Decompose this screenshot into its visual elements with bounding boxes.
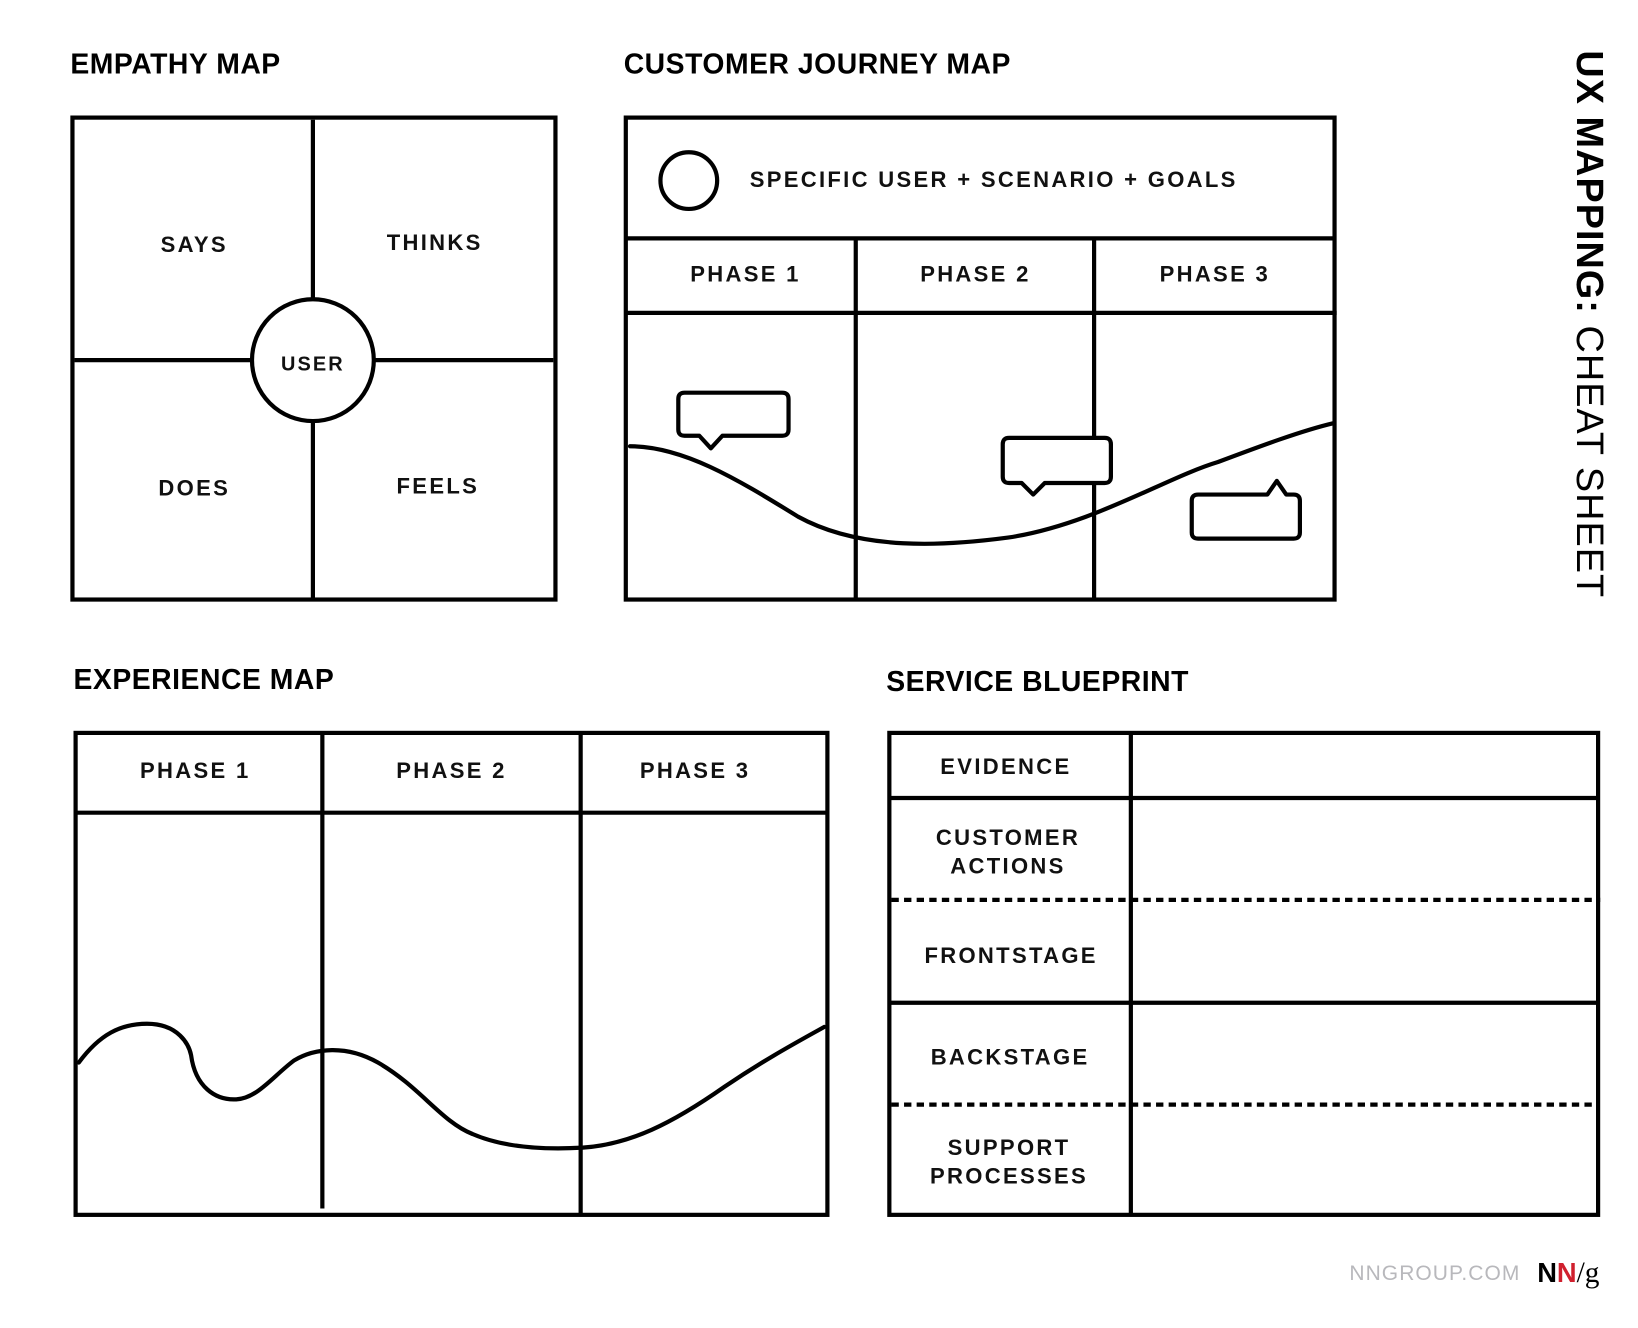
blueprint-row-backstage: BACKSTAGE (931, 1045, 1090, 1070)
empathy-center-label: USER (281, 354, 345, 376)
empathy-map: EMPATHY MAP USER SAYS THINKS DOES FEELS (70, 49, 558, 602)
footer-site-link[interactable]: NNGROUP.COM (1349, 1262, 1520, 1285)
customer-journey-map: CUSTOMER JOURNEY MAP SPECIFIC USER + SCE… (623, 49, 1337, 602)
blueprint-row-frontstage: FRONTSTAGE (924, 943, 1097, 968)
logo-n1: N (1537, 1257, 1557, 1288)
experience-phase-3: PHASE 3 (640, 758, 751, 783)
journey-header-label: SPECIFIC USER + SCENARIO + GOALS (750, 167, 1238, 192)
title-bold-part: UX MAPPING: (1568, 50, 1610, 314)
logo-n2: N (1557, 1257, 1577, 1288)
service-blueprint: SERVICE BLUEPRINT EVIDENCE CUSTOMER ACTI… (886, 666, 1601, 1217)
journey-phase-3: PHASE 3 (1160, 261, 1271, 286)
experience-phase-2: PHASE 2 (396, 758, 507, 783)
cheat-sheet-title: UX MAPPING: CHEAT SHEET (1568, 50, 1610, 598)
empathy-quadrant-thinks: THINKS (387, 230, 483, 255)
empathy-map-title: EMPATHY MAP (70, 49, 280, 81)
experience-phase-1: PHASE 1 (140, 758, 251, 783)
footer: NNGROUP.COM NN/g (1349, 1257, 1599, 1289)
journey-phase-1: PHASE 1 (690, 261, 801, 286)
empathy-quadrant-says: SAYS (161, 232, 228, 257)
experience-emotion-curve (76, 1021, 827, 1151)
title-light-part: CHEAT SHEET (1568, 314, 1610, 598)
empathy-quadrant-feels: FEELS (397, 474, 480, 499)
ux-mapping-cheat-sheet: EMPATHY MAP USER SAYS THINKS DOES FEELS … (0, 0, 1638, 1323)
speech-bubble-icon (1189, 478, 1302, 541)
service-blueprint-title: SERVICE BLUEPRINT (886, 666, 1189, 698)
cheat-sheet-title-text: UX MAPPING: CHEAT SHEET (1568, 50, 1610, 598)
blueprint-row-support-processes-line2: PROCESSES (930, 1163, 1088, 1188)
journey-phase-2: PHASE 2 (920, 261, 1031, 286)
persona-circle-icon (658, 150, 720, 212)
logo-slash-g: /g (1577, 1257, 1600, 1289)
empathy-quadrant-does: DOES (158, 476, 230, 501)
speech-bubble-icon (676, 390, 791, 451)
blueprint-row-evidence: EVIDENCE (940, 754, 1071, 779)
nng-logo[interactable]: NN/g (1537, 1257, 1600, 1289)
experience-map-frame (73, 730, 830, 1217)
experience-map: EXPERIENCE MAP PHASE 1 PHASE 2 PHASE 3 (73, 664, 830, 1217)
blueprint-row-customer-actions-line2: ACTIONS (950, 854, 1065, 879)
experience-map-title: EXPERIENCE MAP (74, 664, 335, 696)
journey-map-title: CUSTOMER JOURNEY MAP (624, 49, 1011, 81)
cheat-sheet-canvas: EMPATHY MAP USER SAYS THINKS DOES FEELS … (70, 49, 1610, 1290)
blueprint-row-support-processes-line1: SUPPORT (948, 1135, 1071, 1160)
blueprint-row-customer-actions-line1: CUSTOMER (936, 825, 1080, 850)
